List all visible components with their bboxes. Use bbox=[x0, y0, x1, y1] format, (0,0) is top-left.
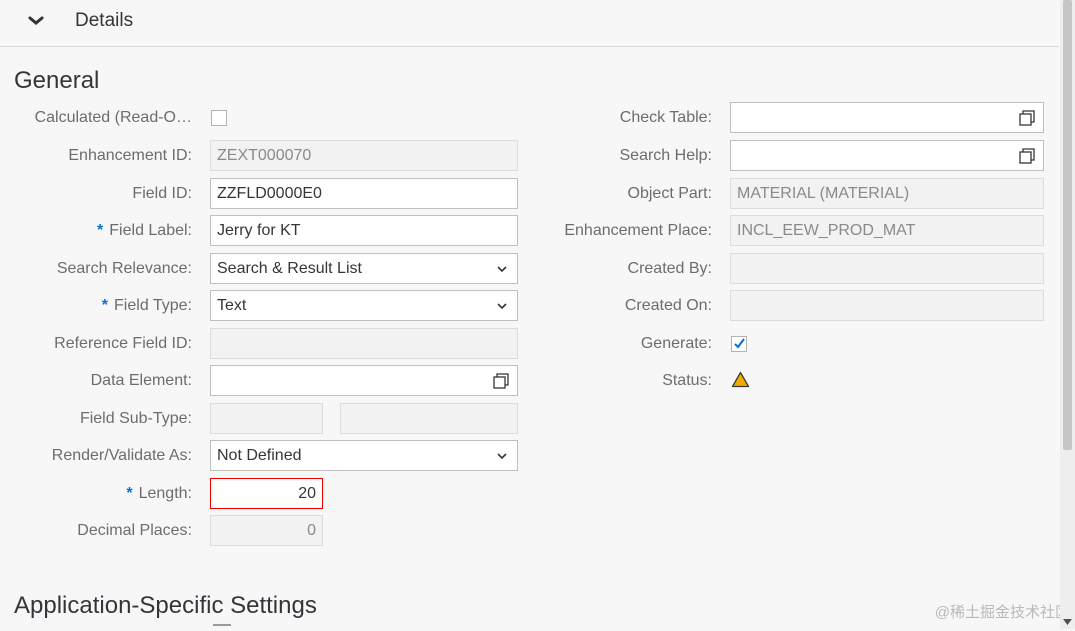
field-id-input[interactable]: ZZFLD0000E0 bbox=[210, 178, 518, 209]
object-part-label: Object Part: bbox=[627, 185, 712, 202]
length-label: * Length: bbox=[126, 485, 192, 502]
search-help-input[interactable] bbox=[730, 140, 1044, 171]
check-table-label: Check Table: bbox=[619, 109, 712, 126]
generate-label: Generate: bbox=[640, 335, 712, 352]
created-by-field bbox=[730, 253, 1044, 284]
created-by-label: Created By: bbox=[627, 260, 712, 277]
decimal-places-label: Decimal Places: bbox=[77, 522, 192, 539]
check-table-input[interactable] bbox=[730, 102, 1044, 133]
chevron-down-icon[interactable] bbox=[497, 265, 507, 273]
data-element-label: Data Element: bbox=[90, 372, 192, 389]
section-title-application-specific: Application-Specific Settings bbox=[14, 592, 317, 619]
reference-field-id-label: Reference Field ID: bbox=[54, 335, 192, 352]
enhancement-id-field: ZEXT000070 bbox=[210, 140, 518, 171]
created-on-label: Created On: bbox=[624, 297, 712, 314]
required-indicator: * bbox=[97, 222, 104, 239]
value-help-icon[interactable] bbox=[1019, 148, 1035, 164]
scroll-down-arrow-icon[interactable] bbox=[1063, 619, 1072, 625]
search-help-label: Search Help: bbox=[619, 147, 713, 164]
field-sub-type-field-2 bbox=[340, 403, 518, 434]
search-relevance-select[interactable]: Search & Result List bbox=[210, 253, 518, 284]
chevron-down-icon[interactable] bbox=[28, 14, 44, 28]
created-on-field bbox=[730, 290, 1044, 321]
field-sub-type-label: Field Sub-Type: bbox=[79, 410, 192, 427]
field-label-label: * Field Label: bbox=[97, 222, 192, 239]
required-indicator: * bbox=[101, 297, 109, 314]
render-validate-label: Render/Validate As: bbox=[51, 447, 192, 464]
enhancement-id-label: Enhancement ID: bbox=[68, 147, 192, 164]
status-label: Status: bbox=[662, 372, 712, 389]
checkmark-icon bbox=[734, 338, 745, 349]
calculated-label: Calculated (Read-O… bbox=[34, 109, 192, 126]
object-part-field: MATERIAL (MATERIAL) bbox=[730, 178, 1044, 209]
details-panel-header[interactable]: Details bbox=[0, 0, 1059, 47]
data-element-input[interactable] bbox=[210, 365, 518, 396]
required-indicator: * bbox=[126, 485, 133, 502]
calculated-checkbox[interactable] bbox=[211, 110, 227, 126]
generate-checkbox[interactable] bbox=[731, 336, 747, 352]
section-title-general: General bbox=[14, 67, 100, 94]
field-type-value: Text bbox=[217, 297, 247, 314]
vertical-scrollbar[interactable] bbox=[1060, 0, 1075, 629]
chevron-down-icon[interactable] bbox=[497, 452, 507, 460]
details-title: Details bbox=[75, 10, 134, 31]
render-validate-select[interactable]: Not Defined bbox=[210, 440, 518, 471]
field-label-input[interactable]: Jerry for KT bbox=[210, 215, 518, 246]
length-input[interactable]: 20 bbox=[210, 478, 323, 509]
enhancement-place-label: Enhancement Place: bbox=[564, 222, 712, 239]
value-help-icon[interactable] bbox=[1019, 110, 1035, 126]
field-type-label: * Field Type: bbox=[101, 297, 192, 314]
field-sub-type-field-1 bbox=[210, 403, 323, 434]
decimal-places-field: 0 bbox=[210, 515, 323, 546]
scrollbar-thumb[interactable] bbox=[1063, 0, 1072, 450]
search-relevance-value: Search & Result List bbox=[217, 260, 362, 277]
watermark: @稀土掘金技术社区 bbox=[934, 604, 1070, 621]
render-validate-value: Not Defined bbox=[217, 447, 302, 464]
chevron-down-icon[interactable] bbox=[497, 302, 507, 310]
value-help-icon[interactable] bbox=[493, 373, 509, 389]
enhancement-place-field: INCL_EEW_PROD_MAT bbox=[730, 215, 1044, 246]
field-type-select[interactable]: Text bbox=[210, 290, 518, 321]
search-relevance-label: Search Relevance: bbox=[56, 260, 192, 277]
field-id-label: Field ID: bbox=[132, 185, 192, 202]
warning-icon bbox=[731, 371, 750, 388]
partial-control bbox=[213, 624, 231, 631]
reference-field-id-field bbox=[210, 328, 518, 359]
